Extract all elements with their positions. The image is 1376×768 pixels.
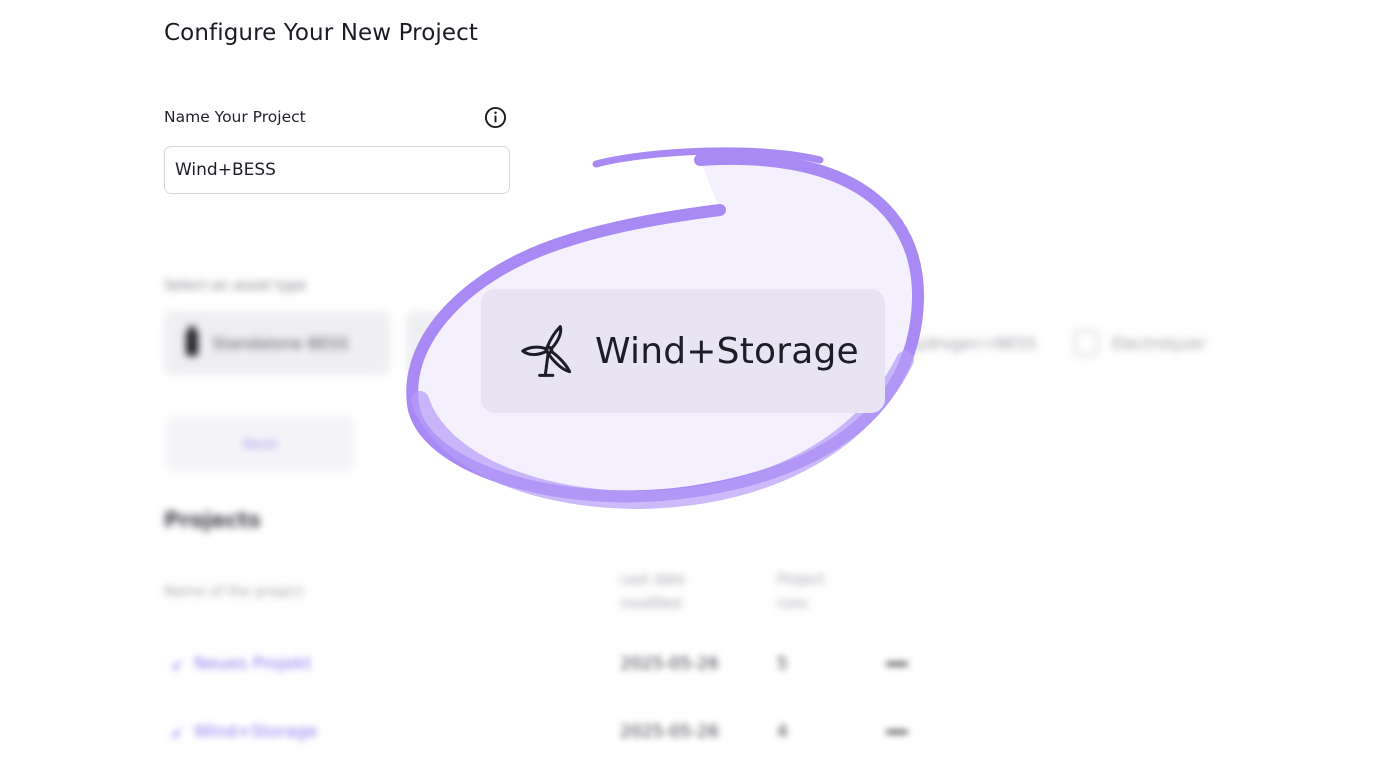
- wind-turbine-icon: [521, 325, 572, 377]
- asset-option-label: Wind+Storage: [595, 330, 859, 372]
- asset-option-wind-storage[interactable]: Wind+Storage: [481, 289, 885, 413]
